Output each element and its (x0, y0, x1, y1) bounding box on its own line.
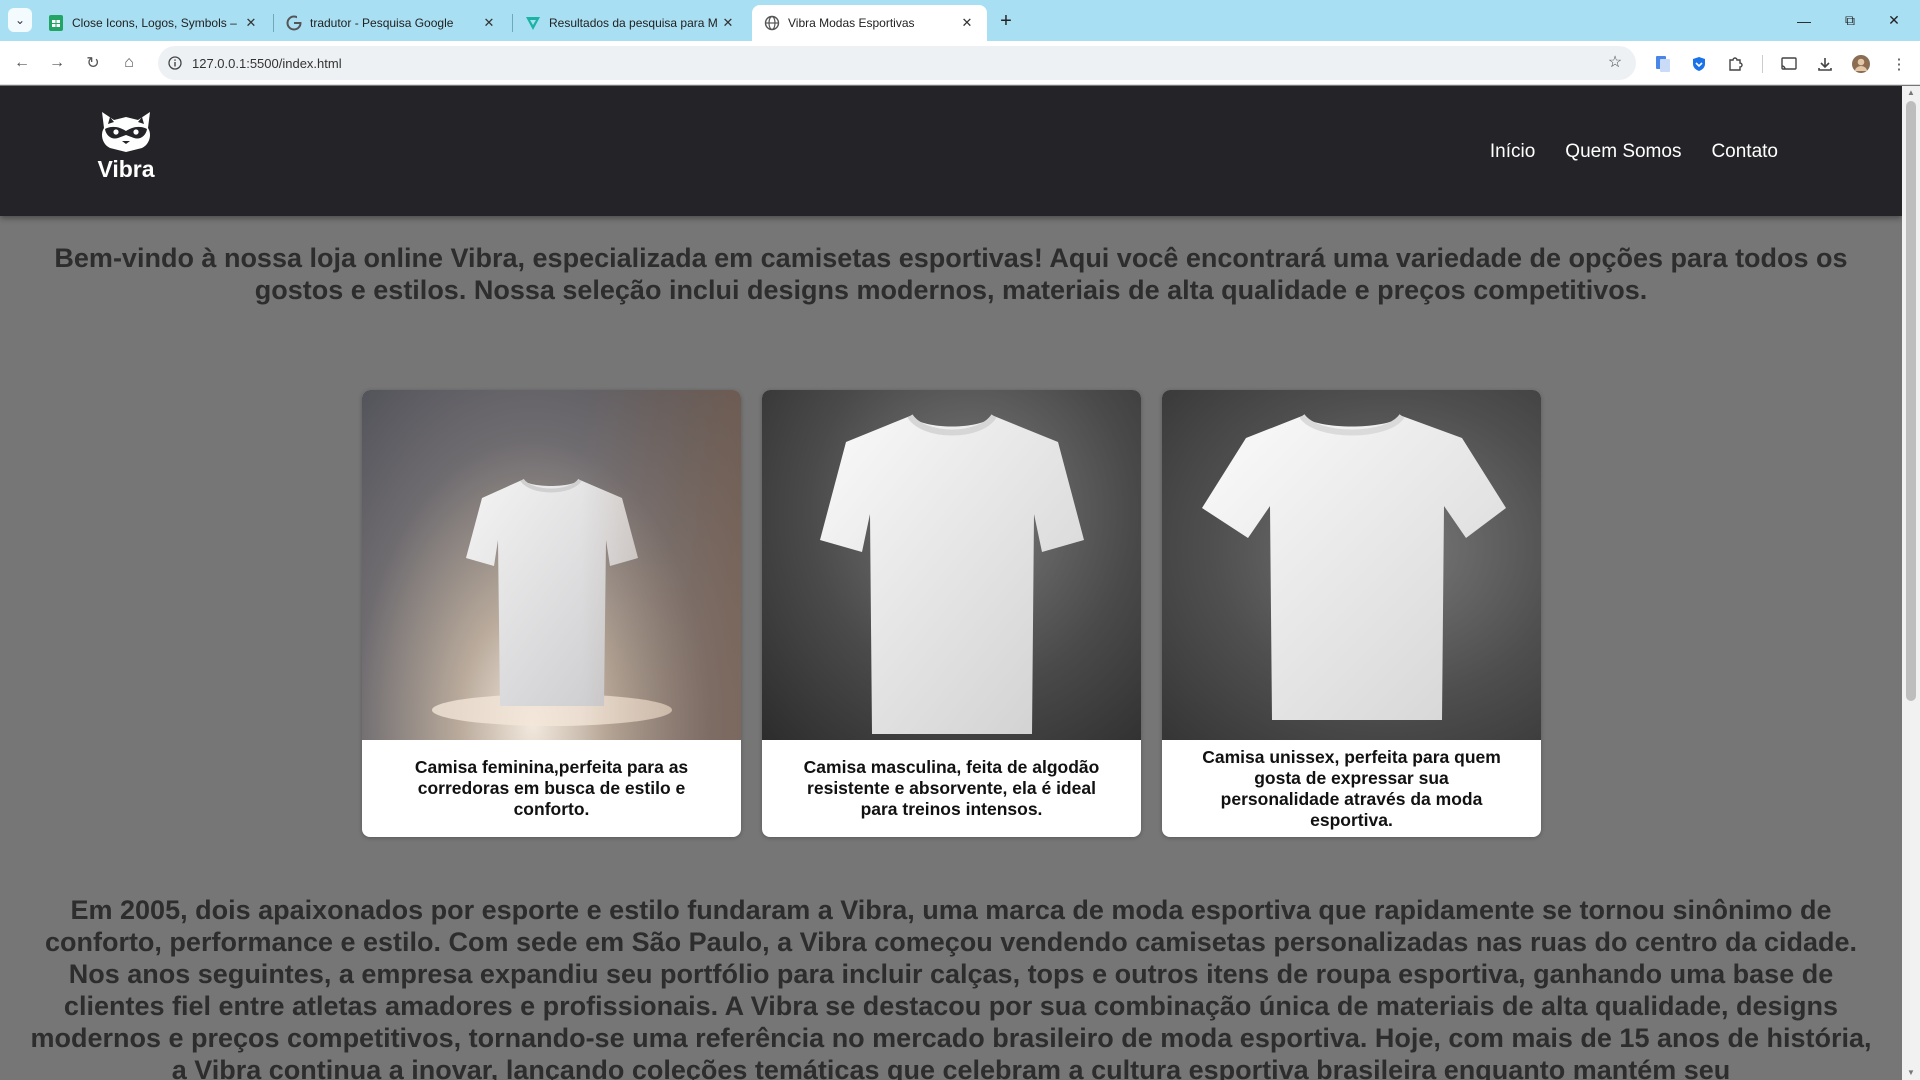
product-card[interactable]: Camisa feminina,perfeita para as corredo… (362, 390, 741, 837)
browser-tab[interactable]: Close Icons, Logos, Symbols – F ✕ (36, 5, 271, 41)
arrow-left-icon: ← (14, 54, 30, 71)
menu-kebab-icon[interactable]: ⋮ (1888, 53, 1910, 75)
main-nav: Início Quem Somos Contato (1490, 141, 1778, 163)
close-icon[interactable]: ✕ (957, 13, 977, 33)
back-button[interactable]: ← (8, 49, 36, 77)
tshirt-image (1202, 413, 1506, 720)
page-scrollbar[interactable]: ▲ ▼ (1902, 86, 1920, 1080)
restore-icon: ⧉ (1845, 12, 1855, 28)
plus-icon: + (1000, 9, 1012, 32)
close-icon[interactable]: ✕ (718, 13, 738, 33)
globe-icon (764, 15, 780, 31)
product-photo (762, 390, 1141, 740)
product-photo (362, 390, 741, 740)
about-text: Em 2005, dois apaixonados por esporte e … (30, 895, 1872, 1080)
product-caption: Camisa masculina, feita de algodão resis… (803, 757, 1100, 819)
shield-extension-icon[interactable] (1688, 53, 1710, 75)
product-card[interactable]: Camisa masculina, feita de algodão resis… (762, 390, 1141, 837)
translate-extension-icon[interactable] (1652, 53, 1674, 75)
browser-toolbar: ← → ↻ ⌂ 127.0.0.1:5500/index.html ☆ ⋮ (0, 41, 1920, 85)
site-logo[interactable]: Vibra (94, 108, 158, 183)
browser-tab[interactable]: Resultados da pesquisa para M ✕ (513, 5, 748, 41)
profile-avatar[interactable] (1850, 53, 1872, 75)
nav-link-quem-somos[interactable]: Quem Somos (1565, 141, 1681, 163)
close-icon[interactable]: ✕ (241, 13, 261, 33)
minimize-icon: — (1797, 12, 1811, 29)
tshirt-image (432, 478, 672, 726)
close-icon: ✕ (1888, 12, 1900, 28)
toolbar-divider (1762, 55, 1763, 73)
page-viewport: Vibra Início Quem Somos Contato Bem-vind… (0, 86, 1902, 1080)
brand-name: Vibra (97, 156, 155, 182)
product-caption: Camisa unissex, perfeita para quem gosta… (1202, 746, 1501, 830)
reload-icon: ↻ (86, 55, 100, 72)
site-header: Vibra Início Quem Somos Contato (0, 86, 1902, 216)
download-icon[interactable] (1814, 53, 1836, 75)
extensions-puzzle-icon[interactable] (1724, 53, 1746, 75)
bookmark-star-icon[interactable]: ☆ (1606, 54, 1624, 72)
intro-text: Bem-vindo à nossa loja online Vibra, esp… (54, 243, 1848, 305)
new-tab-button[interactable]: + (994, 9, 1018, 33)
product-photo (1162, 390, 1541, 740)
url-text[interactable]: 127.0.0.1:5500/index.html (192, 56, 342, 71)
scroll-down-arrow-icon[interactable]: ▼ (1906, 1068, 1916, 1078)
nav-link-inicio[interactable]: Início (1490, 141, 1535, 163)
tshirt-image (820, 414, 1084, 734)
product-card[interactable]: Camisa unissex, perfeita para quem gosta… (1162, 390, 1541, 837)
chevron-down-icon: ⌄ (14, 13, 26, 27)
close-window-button[interactable]: ✕ (1866, 0, 1920, 41)
product-caption: Camisa feminina,perfeita para as corredo… (414, 757, 689, 819)
scroll-up-arrow-icon[interactable]: ▲ (1906, 88, 1916, 98)
cast-icon[interactable] (1778, 53, 1800, 75)
tab-title: tradutor - Pesquisa Google (310, 16, 454, 30)
reload-button[interactable]: ↻ (79, 49, 107, 77)
close-icon[interactable]: ✕ (479, 13, 499, 33)
home-icon: ⌂ (124, 54, 134, 71)
address-bar[interactable]: 127.0.0.1:5500/index.html ☆ (158, 46, 1636, 80)
browser-tab-strip: ⌄ Close Icons, Logos, Symbols – F ✕ trad… (0, 0, 1920, 41)
vectorizer-icon (525, 15, 541, 31)
info-icon[interactable] (158, 46, 192, 80)
tab-search-button[interactable]: ⌄ (8, 8, 32, 32)
browser-tab[interactable]: tradutor - Pesquisa Google ✕ (274, 5, 509, 41)
product-cards: Camisa feminina,perfeita para as corredo… (362, 390, 1541, 837)
raccoon-logo-icon (102, 112, 150, 152)
home-button[interactable]: ⌂ (115, 49, 143, 77)
scrollbar-thumb[interactable] (1906, 101, 1916, 701)
google-icon (286, 15, 302, 31)
forward-button[interactable]: → (43, 49, 71, 77)
tab-title: Resultados da pesquisa para M (549, 16, 718, 30)
tab-title: Close Icons, Logos, Symbols – F (72, 16, 241, 30)
arrow-right-icon: → (49, 54, 65, 71)
browser-tab-active[interactable]: Vibra Modas Esportivas ✕ (752, 5, 987, 41)
nav-link-contato[interactable]: Contato (1711, 141, 1778, 163)
tab-title: Vibra Modas Esportivas (788, 16, 915, 30)
sheets-icon (48, 15, 64, 31)
